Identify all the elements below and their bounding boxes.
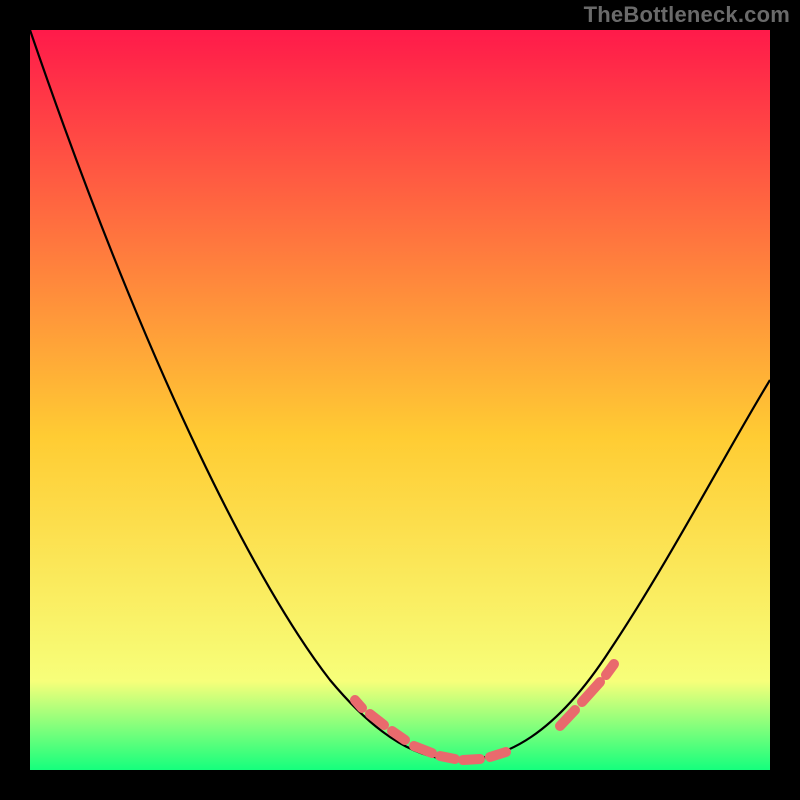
highlight-seg-4 [440,756,455,759]
watermark-text: TheBottleneck.com [584,2,790,28]
highlight-seg-5 [463,759,480,760]
highlight-seg-6 [490,752,506,757]
highlight-seg-9 [606,664,614,675]
highlight-seg-3 [414,746,432,753]
gradient-background [30,30,770,770]
highlight-seg-0 [355,700,362,708]
chart-svg [0,0,800,800]
chart-frame: TheBottleneck.com [0,0,800,800]
